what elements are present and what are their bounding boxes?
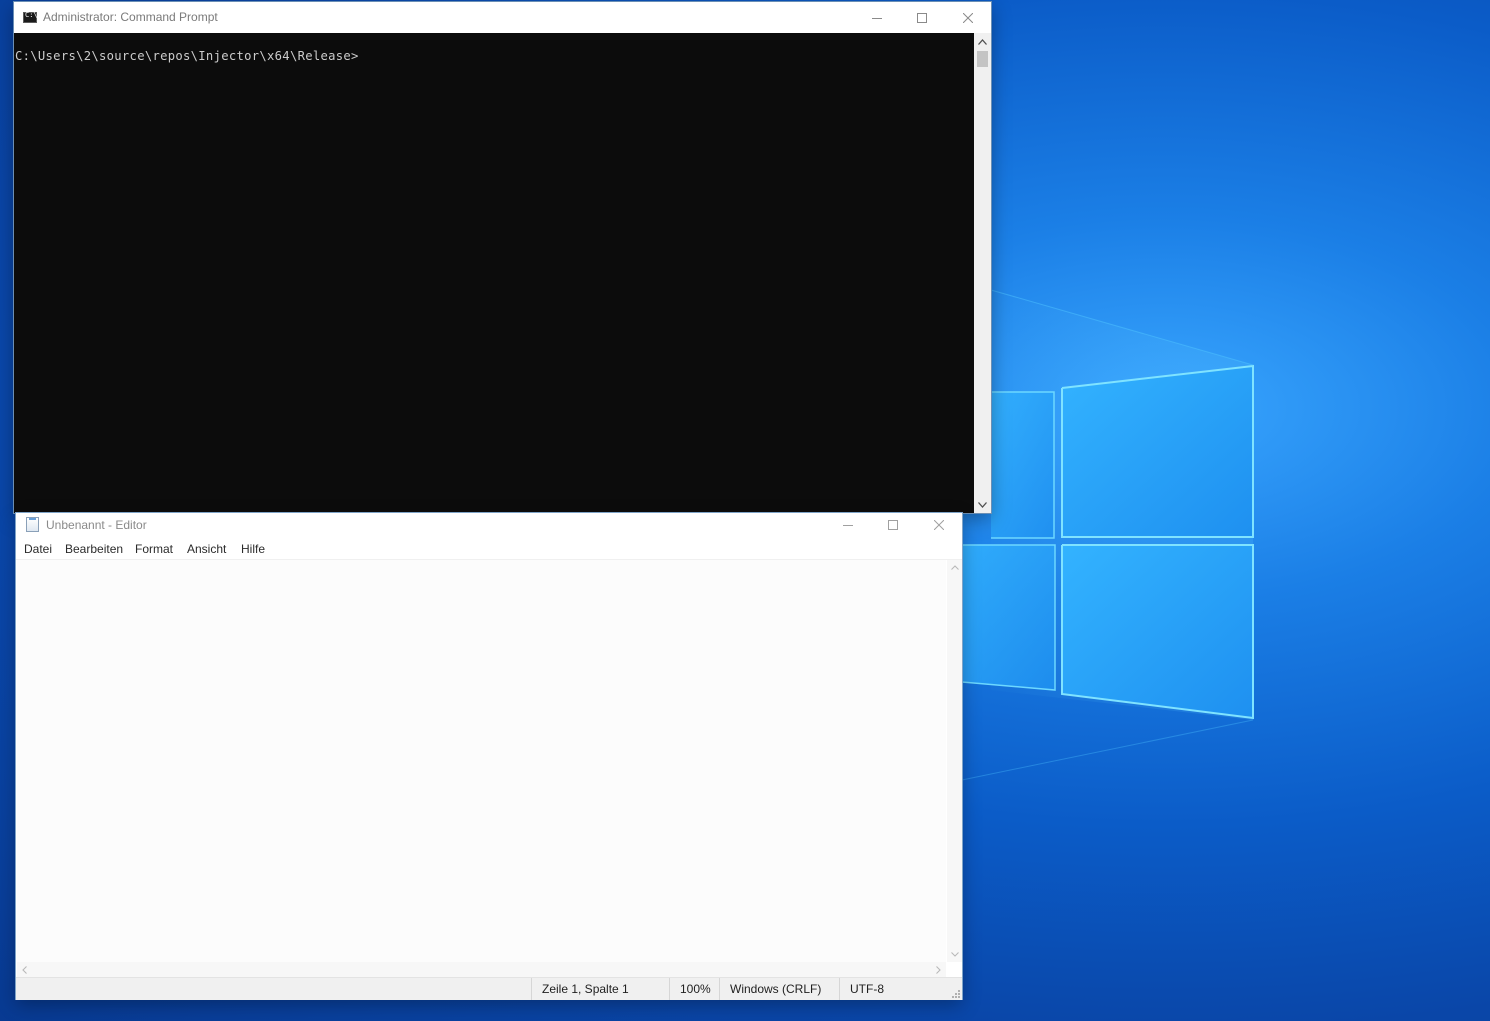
cmd-window-title: Administrator: Command Prompt [43, 10, 218, 24]
status-line-ending: Windows (CRLF) [719, 978, 841, 1000]
close-icon [934, 520, 944, 530]
cmd-titlebar[interactable]: Administrator: Command Prompt [14, 2, 991, 33]
notepad-titlebar[interactable]: Unbenannt - Editor [16, 513, 962, 537]
resize-grip-icon[interactable] [952, 990, 960, 998]
maximize-icon [888, 520, 898, 530]
command-prompt-icon [23, 11, 38, 23]
minimize-icon [872, 17, 882, 19]
cmd-maximize-button[interactable] [899, 2, 945, 33]
desktop: Administrator: Command Prompt C:\Users\2… [0, 0, 1490, 1021]
notepad-window-title: Unbenannt - Editor [46, 518, 147, 532]
notepad-statusbar: Zeile 1, Spalte 1 100% Windows (CRLF) UT… [16, 977, 962, 1000]
notepad-window[interactable]: Unbenannt - Editor Datei Bearbeiten Form… [16, 513, 962, 1000]
notepad-close-button[interactable] [916, 513, 962, 537]
status-cursor-position: Zeile 1, Spalte 1 [531, 978, 671, 1000]
cmd-vertical-scrollbar[interactable] [974, 33, 991, 513]
command-prompt-window[interactable]: Administrator: Command Prompt C:\Users\2… [14, 2, 991, 513]
chevron-up-icon [950, 565, 959, 570]
chevron-down-icon [978, 501, 987, 508]
notepad-horizontal-scrollbar[interactable] [17, 962, 946, 977]
chevron-up-icon [978, 38, 987, 45]
notepad-maximize-button[interactable] [870, 513, 916, 537]
scroll-up-button[interactable] [974, 33, 991, 50]
status-encoding: UTF-8 [839, 978, 949, 1000]
status-zoom: 100% [669, 978, 721, 1000]
scroll-left-button[interactable] [17, 962, 32, 977]
text-editor-area[interactable] [17, 560, 946, 962]
scroll-down-button[interactable] [974, 496, 991, 513]
scroll-down-button[interactable] [947, 947, 962, 962]
scroll-up-button[interactable] [947, 560, 962, 575]
notepad-minimize-button[interactable] [825, 513, 871, 537]
close-icon [963, 12, 973, 23]
menu-hilfe[interactable]: Hilfe [241, 542, 265, 556]
scroll-thumb[interactable] [977, 51, 988, 67]
notepad-menubar: Datei Bearbeiten Format Ansicht Hilfe [16, 537, 962, 560]
console-output[interactable]: C:\Users\2\source\repos\Injector\x64\Rel… [14, 33, 974, 513]
menu-bearbeiten[interactable]: Bearbeiten [65, 542, 123, 556]
chevron-left-icon [22, 965, 27, 974]
maximize-icon [917, 12, 927, 23]
scroll-right-button[interactable] [931, 962, 946, 977]
chevron-down-icon [950, 952, 959, 957]
chevron-right-icon [936, 965, 941, 974]
cmd-close-button[interactable] [945, 2, 991, 33]
notepad-vertical-scrollbar[interactable] [947, 560, 962, 962]
minimize-icon [843, 525, 853, 526]
menu-ansicht[interactable]: Ansicht [187, 542, 226, 556]
menu-format[interactable]: Format [135, 542, 173, 556]
command-prompt-line: C:\Users\2\source\repos\Injector\x64\Rel… [15, 49, 359, 63]
cmd-minimize-button[interactable] [854, 2, 900, 33]
notepad-icon [26, 517, 39, 532]
menu-datei[interactable]: Datei [24, 542, 52, 556]
